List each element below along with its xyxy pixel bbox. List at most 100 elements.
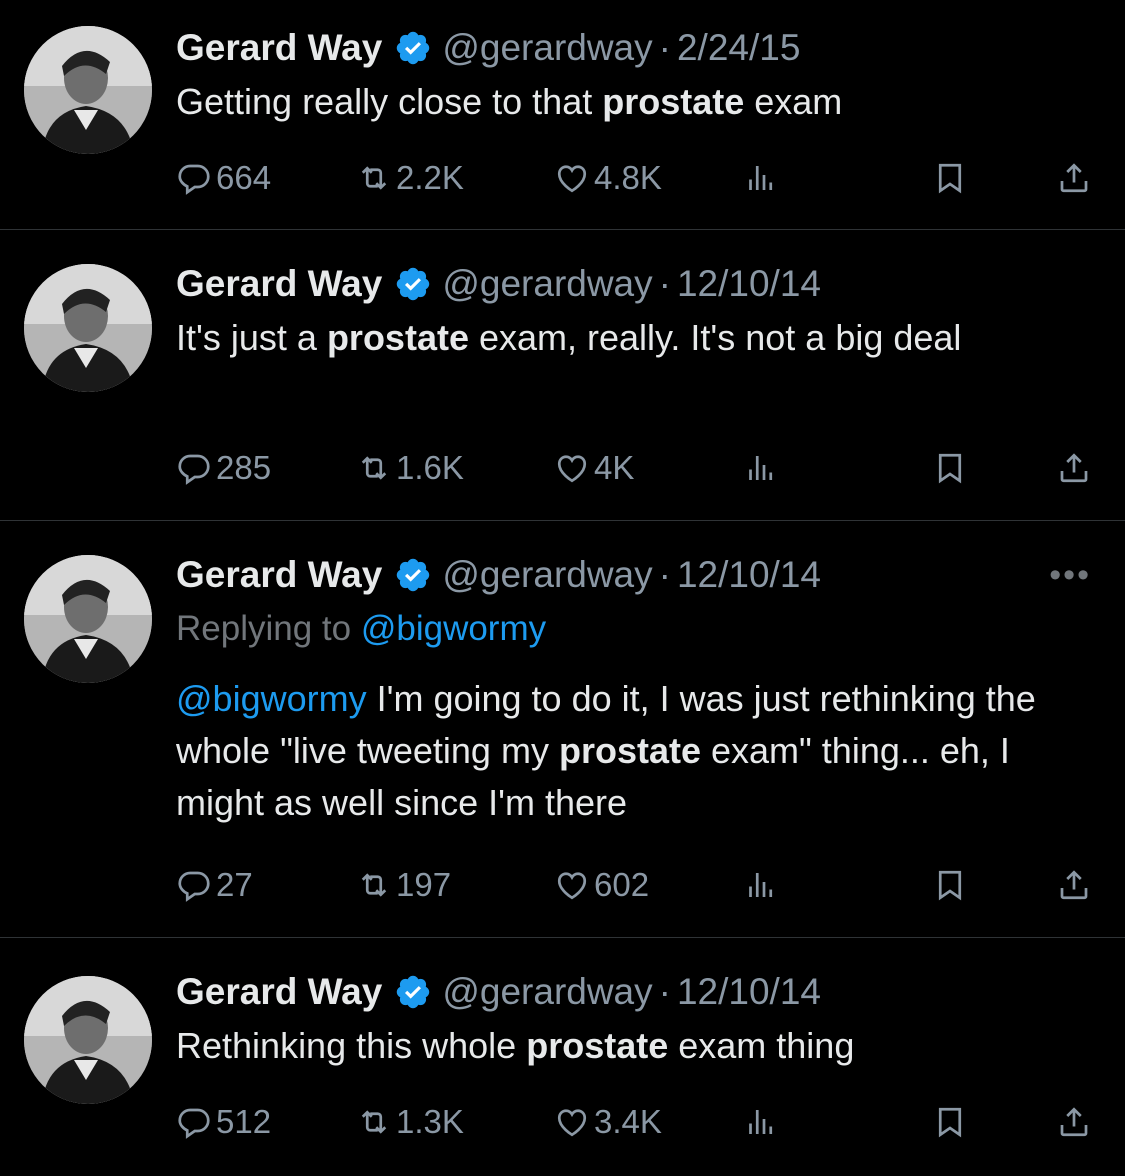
like-count: 3.4K xyxy=(594,1103,662,1140)
share-button[interactable] xyxy=(1056,450,1096,486)
avatar[interactable] xyxy=(24,264,152,392)
reply-icon xyxy=(178,454,210,485)
mention-link[interactable]: @bigwormy xyxy=(176,678,367,719)
like-button[interactable]: 4.8K xyxy=(554,159,662,197)
tweet[interactable]: Gerard Way @gerardway · 12/10/14 Rethink… xyxy=(0,938,1125,1176)
retweet-count: 197 xyxy=(396,866,452,903)
heart-icon xyxy=(557,455,587,483)
bookmark-icon xyxy=(938,453,962,484)
retweet-button[interactable]: 1.6K xyxy=(356,449,464,487)
tweet-date[interactable]: 2/24/15 xyxy=(677,24,800,72)
tweet-text: It's just a prostate exam, really. It's … xyxy=(176,312,1036,364)
reply-button[interactable]: 285 xyxy=(176,449,271,487)
reply-button[interactable]: 512 xyxy=(176,1103,271,1141)
text-segment: exam thing xyxy=(668,1025,855,1066)
tweet-body: Gerard Way @gerardway · 2/24/15 Getting … xyxy=(176,24,1091,128)
share-icon xyxy=(1060,453,1088,483)
views-icon xyxy=(749,873,773,897)
share-icon xyxy=(1060,870,1088,900)
tweet[interactable]: Gerard Way @gerardway · 2/24/15 Getting … xyxy=(0,0,1125,229)
views-button[interactable] xyxy=(743,867,783,903)
tweet-body: Gerard Way @gerardway · 12/10/14 Rethink… xyxy=(176,968,1091,1072)
highlighted-term: prostate xyxy=(602,81,745,122)
tweet-body: Gerard Way @gerardway · 12/10/14 It's ju… xyxy=(176,260,1091,364)
share-button[interactable] xyxy=(1056,867,1096,903)
bookmark-button[interactable] xyxy=(932,450,972,486)
replying-to-link[interactable]: @bigwormy xyxy=(361,609,546,648)
share-icon xyxy=(1060,163,1088,193)
retweet-button[interactable]: 197 xyxy=(356,866,451,904)
views-icon xyxy=(749,166,773,190)
views-button[interactable] xyxy=(743,450,783,486)
text-segment: It's just a xyxy=(176,317,327,358)
user-handle[interactable]: @gerardway xyxy=(442,551,652,599)
verified-badge-icon xyxy=(394,265,432,303)
avatar[interactable] xyxy=(24,26,152,154)
like-button[interactable]: 4K xyxy=(554,449,634,487)
tweet-text: @bigwormy I'm going to do it, I was just… xyxy=(176,673,1091,829)
more-options-button[interactable]: ••• xyxy=(1049,551,1091,599)
replying-label: Replying to xyxy=(176,609,361,648)
reply-button[interactable]: 664 xyxy=(176,159,271,197)
heart-icon xyxy=(557,1109,587,1137)
tweet[interactable]: Gerard Way @gerardway · 12/10/14 ••• Rep… xyxy=(0,521,1125,936)
bookmark-icon xyxy=(938,870,962,901)
tweet-date[interactable]: 12/10/14 xyxy=(677,551,821,599)
reply-count: 285 xyxy=(216,449,272,486)
views-button[interactable] xyxy=(743,1104,783,1140)
reply-count: 664 xyxy=(216,159,272,196)
views-button[interactable] xyxy=(743,160,783,196)
avatar[interactable] xyxy=(24,976,152,1104)
highlighted-term: prostate xyxy=(558,730,701,771)
action-bar: 285 1.6K 4K xyxy=(176,446,1094,490)
display-name[interactable]: Gerard Way xyxy=(176,260,382,308)
like-button[interactable]: 602 xyxy=(554,866,649,904)
like-button[interactable]: 3.4K xyxy=(554,1103,662,1141)
separator-dot: · xyxy=(658,554,671,595)
separator-dot: · xyxy=(658,27,671,68)
verified-badge-icon xyxy=(394,556,432,594)
text-segment: exam, really. It's not a big deal xyxy=(468,317,962,358)
bookmark-icon xyxy=(938,163,962,194)
bookmark-button[interactable] xyxy=(932,1104,972,1140)
retweet-button[interactable]: 2.2K xyxy=(356,159,464,197)
user-handle[interactable]: @gerardway xyxy=(442,968,652,1016)
tweet-date[interactable]: 12/10/14 xyxy=(677,968,821,1016)
bookmark-icon xyxy=(938,1107,962,1138)
display-name[interactable]: Gerard Way xyxy=(176,551,382,599)
action-bar: 27 197 602 xyxy=(176,863,1094,907)
text-segment: Getting really close to that xyxy=(176,81,603,122)
separator-dot: · xyxy=(658,971,671,1012)
tweet[interactable]: Gerard Way @gerardway · 12/10/14 It's ju… xyxy=(0,230,1125,520)
share-button[interactable] xyxy=(1056,160,1096,196)
user-handle[interactable]: @gerardway xyxy=(442,24,652,72)
like-count: 4K xyxy=(594,449,635,486)
reply-button[interactable]: 27 xyxy=(176,866,253,904)
retweet-count: 2.2K xyxy=(396,159,464,196)
retweet-icon xyxy=(361,873,387,897)
retweet-count: 1.6K xyxy=(396,449,464,486)
text-segment: exam xyxy=(744,81,843,122)
heart-icon xyxy=(557,165,587,193)
reply-icon xyxy=(178,164,210,195)
bookmark-button[interactable] xyxy=(932,867,972,903)
bookmark-button[interactable] xyxy=(932,160,972,196)
verified-badge-icon xyxy=(394,29,432,67)
retweet-icon xyxy=(361,166,387,190)
user-handle[interactable]: @gerardway xyxy=(442,260,652,308)
share-button[interactable] xyxy=(1056,1104,1096,1140)
tweet-header: Gerard Way @gerardway · 12/10/14 ••• xyxy=(176,551,1091,599)
retweet-button[interactable]: 1.3K xyxy=(356,1103,464,1141)
tweet-date[interactable]: 12/10/14 xyxy=(677,260,821,308)
avatar[interactable] xyxy=(24,555,152,683)
highlighted-term: prostate xyxy=(326,317,469,358)
highlighted-term: prostate xyxy=(526,1025,669,1066)
reply-count: 27 xyxy=(216,866,253,903)
like-count: 602 xyxy=(594,866,650,903)
display-name[interactable]: Gerard Way xyxy=(176,968,382,1016)
retweet-icon xyxy=(361,456,387,480)
replying-to: Replying to @bigwormy xyxy=(176,605,1091,653)
reply-icon xyxy=(178,871,210,902)
display-name[interactable]: Gerard Way xyxy=(176,24,382,72)
tweet-header: Gerard Way @gerardway · 12/10/14 xyxy=(176,260,1091,308)
